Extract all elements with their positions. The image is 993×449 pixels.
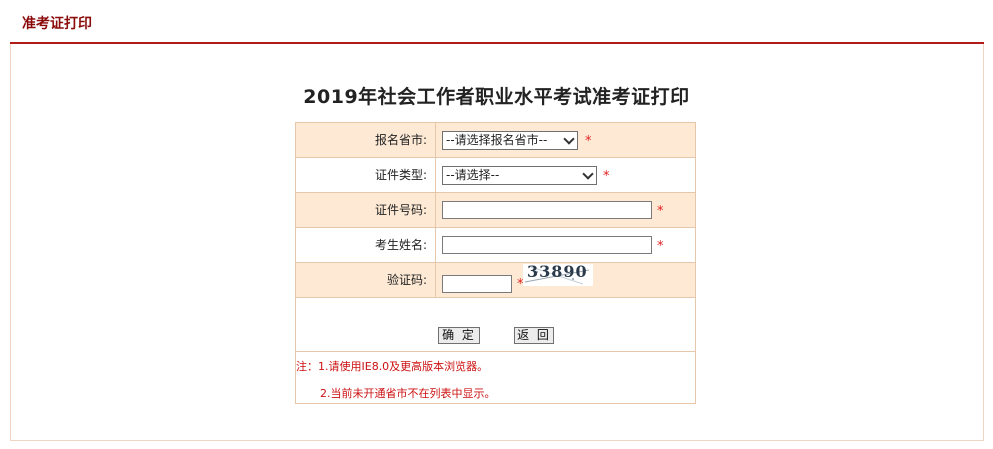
captcha-input[interactable] <box>442 275 512 293</box>
province-label: 报名省市: <box>296 123 436 157</box>
id-type-label: 证件类型: <box>296 158 436 192</box>
back-button[interactable]: 返 回 <box>514 327 554 344</box>
button-area: 确 定 返 回 <box>296 298 695 352</box>
required-marker: * <box>585 134 592 149</box>
name-input[interactable] <box>442 236 652 254</box>
row-province: 报名省市: --请选择报名省市-- * <box>296 123 695 158</box>
row-id-type: 证件类型: --请选择-- * <box>296 158 695 193</box>
id-type-select[interactable]: --请选择-- <box>442 166 597 185</box>
chevron-down-icon <box>563 133 575 145</box>
confirm-button[interactable]: 确 定 <box>438 327 480 344</box>
required-marker: * <box>657 239 664 254</box>
row-captcha: 验证码: * <box>296 263 695 298</box>
captcha-label: 验证码: <box>296 263 436 297</box>
required-marker: * <box>657 204 664 219</box>
captcha-image[interactable]: 33890 <box>523 262 593 286</box>
province-select[interactable]: --请选择报名省市-- <box>442 131 578 150</box>
page-header-title: 准考证打印 <box>22 16 92 32</box>
form-title: 2019年社会工作者职业水平考试准考证打印 <box>303 86 690 108</box>
row-id-number: 证件号码: * <box>296 193 695 228</box>
captcha-text: 33890 <box>527 262 588 281</box>
note-line-1: 注：1.请使用IE8.0及更高版本浏览器。 <box>296 360 489 373</box>
name-label: 考生姓名: <box>296 228 436 262</box>
print-form: 报名省市: --请选择报名省市-- * 证件类型: --请选择-- * 证件号码… <box>295 122 696 404</box>
id-type-select-value: --请选择-- <box>446 168 500 182</box>
required-marker: * <box>603 169 610 184</box>
id-number-input[interactable] <box>442 201 652 219</box>
chevron-down-icon <box>582 168 594 180</box>
row-name: 考生姓名: * <box>296 228 695 263</box>
note-line-2: 2.当前未开通省市不在列表中显示。 <box>320 387 496 400</box>
province-select-value: --请选择报名省市-- <box>446 133 548 147</box>
id-number-label: 证件号码: <box>296 193 436 227</box>
